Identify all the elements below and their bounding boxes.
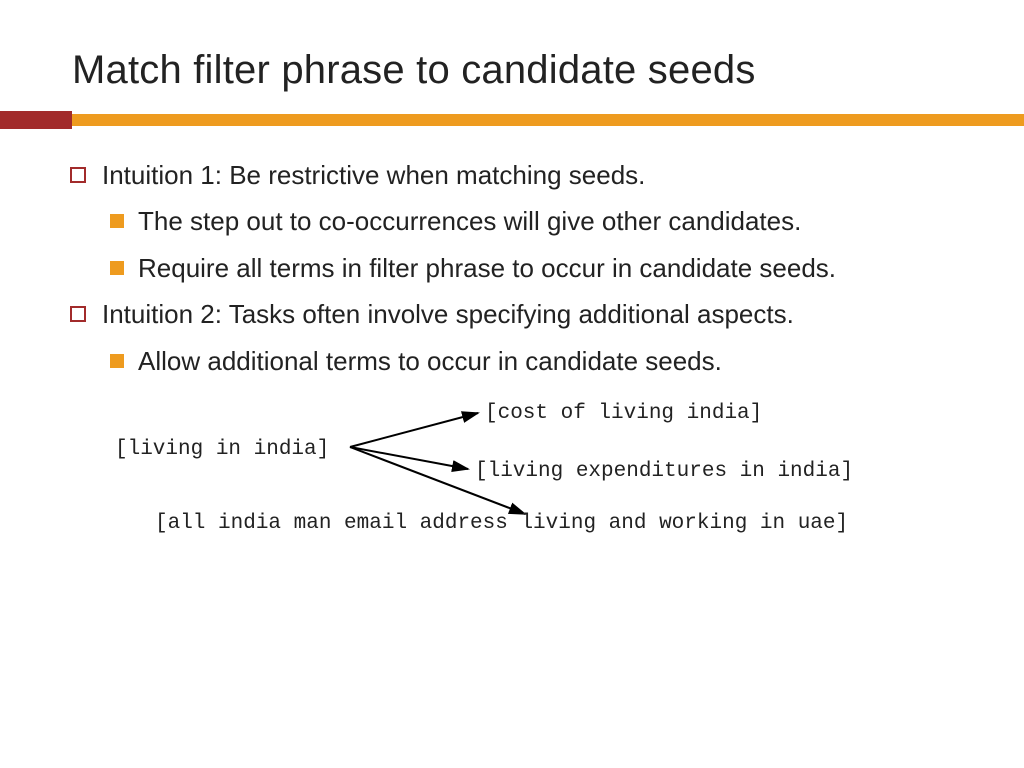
divider-rule	[0, 111, 1024, 129]
bullet-level1: Intuition 1: Be restrictive when matchin…	[70, 157, 954, 193]
bullet-level2: Require all terms in filter phrase to oc…	[110, 250, 954, 286]
hollow-square-icon	[70, 167, 86, 183]
rule-accent-red	[0, 111, 72, 129]
slide-title: Match filter phrase to candidate seeds	[0, 0, 1024, 111]
bullet-text: Require all terms in filter phrase to oc…	[138, 250, 836, 286]
diagram-target-node: [cost of living india]	[485, 399, 762, 428]
bullet-text: Intuition 1: Be restrictive when matchin…	[102, 157, 645, 193]
filled-square-icon	[110, 354, 124, 368]
bullet-text: Intuition 2: Tasks often involve specify…	[102, 296, 794, 332]
bullet-level2: The step out to co-occurrences will give…	[110, 203, 954, 239]
bullet-text: Allow additional terms to occur in candi…	[138, 343, 722, 379]
filled-square-icon	[110, 261, 124, 275]
example-diagram: [living in india] [cost of living india]…	[70, 399, 954, 559]
bullet-text: The step out to co-occurrences will give…	[138, 203, 801, 239]
diagram-target-node: [living expenditures in india]	[475, 457, 853, 486]
slide-body: Intuition 1: Be restrictive when matchin…	[0, 129, 1024, 559]
filled-square-icon	[110, 214, 124, 228]
bullet-level2: Allow additional terms to occur in candi…	[110, 343, 954, 379]
bullet-level1: Intuition 2: Tasks often involve specify…	[70, 296, 954, 332]
diagram-source-node: [living in india]	[115, 435, 329, 464]
hollow-square-icon	[70, 306, 86, 322]
diagram-target-node: [all india man email address living and …	[155, 509, 848, 538]
rule-accent-orange	[72, 114, 1024, 126]
